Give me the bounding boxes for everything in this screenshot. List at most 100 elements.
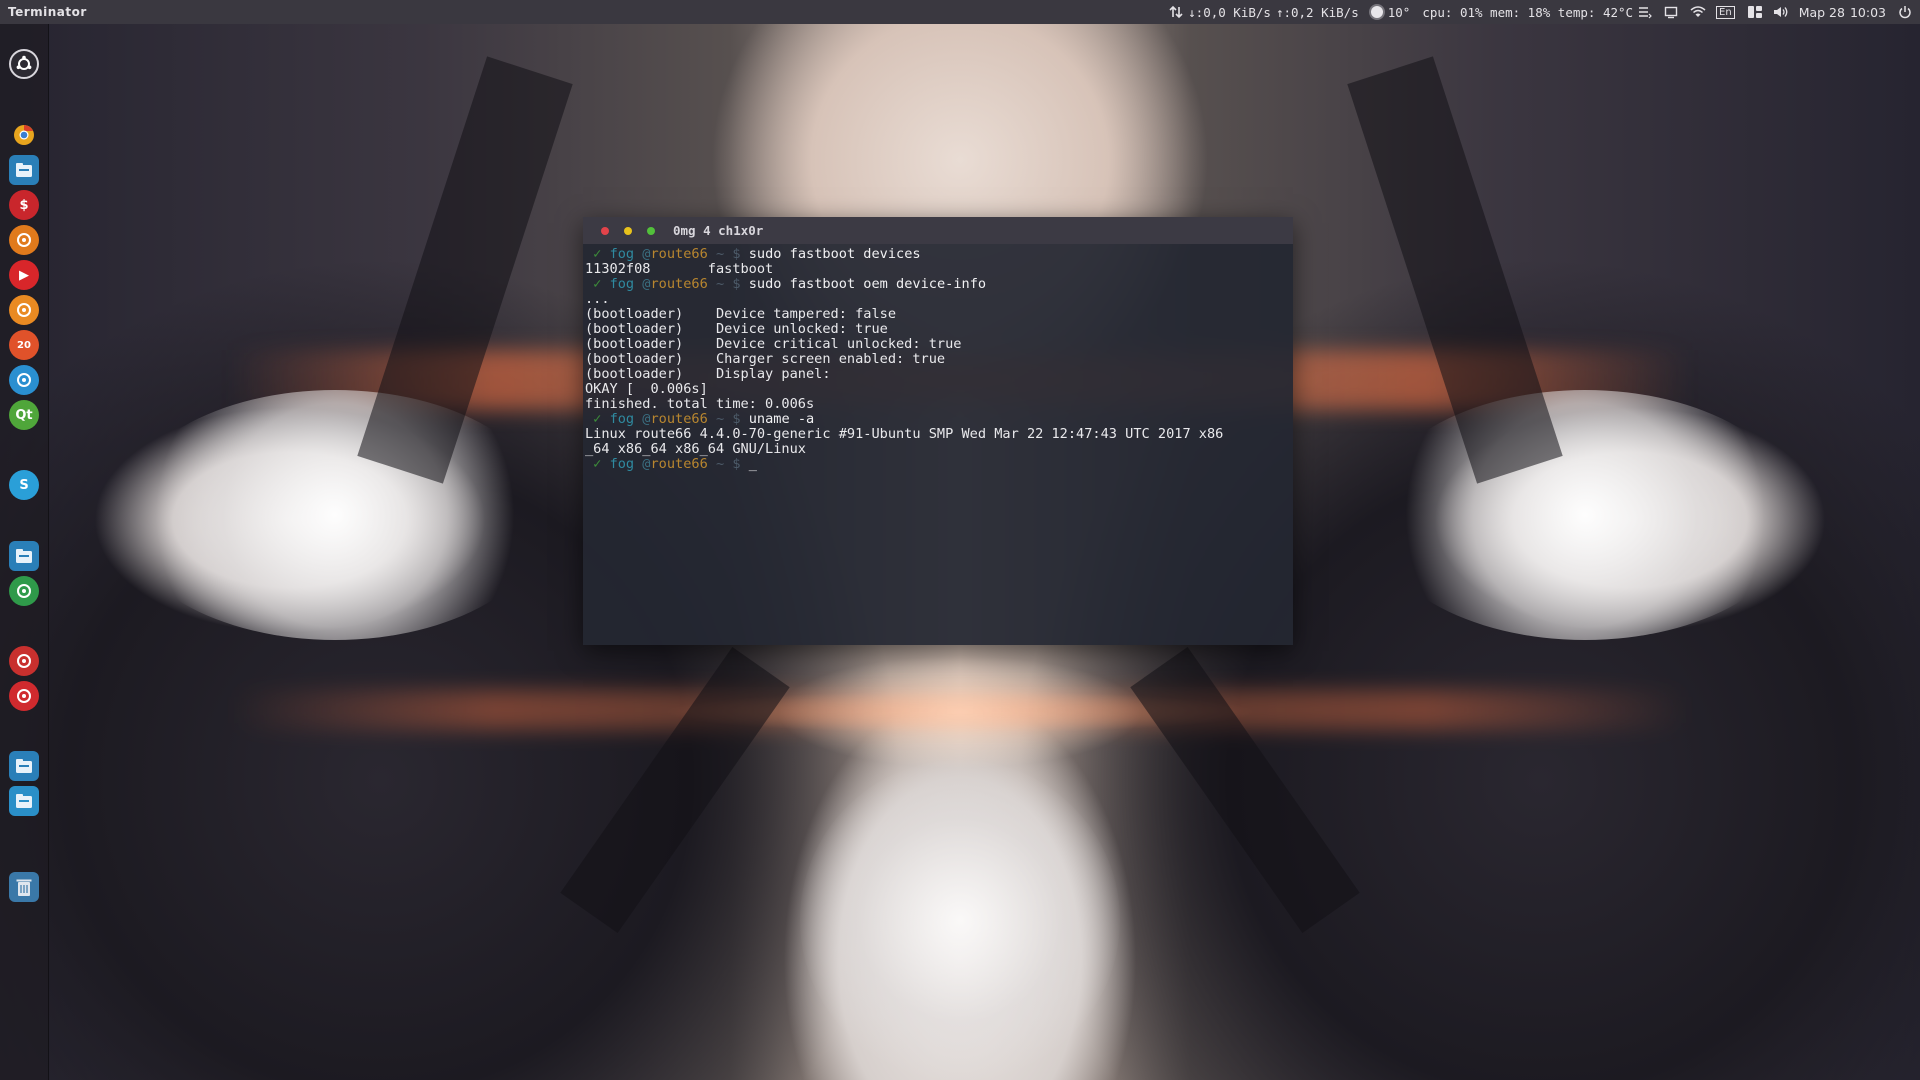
clock-time: 10:03 — [1849, 4, 1886, 20]
qt-creator-glyph: Qt — [15, 407, 33, 423]
prompt-user: fog — [609, 276, 635, 292]
media-app-icon[interactable] — [9, 681, 39, 711]
qt-creator-icon[interactable]: Qt — [9, 400, 39, 430]
prompt-command: sudo fastboot oem device-info — [748, 276, 987, 292]
game-2048-icon[interactable]: 20 — [9, 330, 39, 360]
network-indicator[interactable]: ↓:0,0 KiB/s ↑:0,2 KiB/s — [1169, 5, 1359, 20]
prompt-at: @ — [634, 456, 651, 472]
prompt-at: @ — [634, 411, 651, 427]
prompt-user: fog — [609, 411, 635, 427]
display-icon[interactable] — [1664, 5, 1678, 19]
indicator-area: ↓:0,0 KiB/s ↑:0,2 KiB/s 10° cpu: 01% mem… — [1169, 0, 1912, 24]
output-text: (bootloader) Display panel: — [585, 366, 831, 382]
wallpaper-cloud-right — [1370, 390, 1800, 640]
files-2-icon[interactable] — [9, 541, 39, 571]
terminal-output-line: OKAY [ 0.006s] — [585, 382, 1291, 397]
prompt-at: @ — [634, 276, 651, 292]
prompt-dir: ~ — [707, 246, 733, 262]
clock[interactable]: Мар 28 10:03 — [1799, 5, 1886, 20]
terminal-output-line: (bootloader) Device tampered: false — [585, 307, 1291, 322]
prompt-at: @ — [634, 246, 651, 262]
prompt-symbol: $ — [732, 411, 749, 427]
prompt-symbol: $ — [732, 456, 749, 472]
minimize-window-button[interactable] — [624, 227, 632, 235]
prompt-dir: ~ — [707, 411, 733, 427]
prompt-user: fog — [609, 246, 635, 262]
prompt-dir: ~ — [707, 276, 733, 292]
workspace-switcher-icon[interactable] — [9, 751, 39, 781]
output-text: Linux route66 4.4.0-70-generic #91-Ubunt… — [585, 426, 1224, 442]
system-monitor-indicator[interactable]: cpu: 01% mem: 18% temp: 42°C — [1422, 5, 1652, 20]
active-app-title[interactable]: Terminator — [0, 5, 87, 19]
close-window-button[interactable] — [601, 227, 609, 235]
output-text: finished. total time: 0.006s — [585, 396, 815, 412]
messaging-icon[interactable] — [1747, 5, 1762, 19]
ubuntu-dash-icon[interactable] — [9, 49, 39, 79]
terminal-output-line: finished. total time: 0.006s — [585, 397, 1291, 412]
sun-icon — [1370, 6, 1383, 18]
output-text: (bootloader) Device critical unlocked: t… — [585, 336, 962, 352]
prompt-dir: ~ — [707, 456, 733, 472]
terminal-output-line: (bootloader) Display panel: — [585, 367, 1291, 382]
menu-list-icon — [1638, 5, 1652, 19]
prompt-host: route66 — [650, 411, 708, 427]
app-green-icon[interactable] — [9, 576, 39, 606]
output-text: (bootloader) Device tampered: false — [585, 306, 896, 322]
terminal-output-line: (bootloader) Device unlocked: true — [585, 322, 1291, 337]
youtube-icon[interactable]: ▶ — [9, 260, 39, 290]
volume-icon[interactable] — [1773, 5, 1788, 19]
weather-indicator[interactable]: 10° — [1370, 4, 1411, 20]
disk-app-icon[interactable] — [9, 786, 39, 816]
output-text: (bootloader) Charger screen enabled: tru… — [585, 351, 946, 367]
money-icon[interactable]: $ — [9, 190, 39, 220]
skype-icon[interactable]: S — [9, 470, 39, 500]
prompt-host: route66 — [650, 276, 708, 292]
terminal-prompt-line: ✓ fog @route66 ~ $ sudo fastboot oem dev… — [585, 277, 1291, 292]
terminal-output[interactable]: ✓ fog @route66 ~ $ sudo fastboot devices… — [583, 244, 1293, 472]
output-text: (bootloader) Device unlocked: true — [585, 321, 888, 337]
top-panel: Terminator ↓:0,0 KiB/s ↑:0,2 KiB/s 10° c… — [0, 0, 1920, 24]
refresh-app-icon[interactable] — [9, 365, 39, 395]
terminal-output-line: (bootloader) Device critical unlocked: t… — [585, 337, 1291, 352]
output-text: OKAY [ 0.006s] — [585, 381, 708, 397]
prompt-command: uname -a — [748, 411, 815, 427]
app-orange-icon[interactable] — [9, 225, 39, 255]
prompt-check-icon: ✓ — [585, 456, 610, 472]
terminal-output-line: _64 x86_64 x86_64 GNU/Linux — [585, 442, 1291, 457]
network-arrows-icon — [1169, 5, 1183, 19]
terminal-output-line: Linux route66 4.4.0-70-generic #91-Ubunt… — [585, 427, 1291, 442]
terminal-prompt-line: ✓ fog @route66 ~ $ _ — [585, 457, 1291, 472]
prompt-check-icon: ✓ — [585, 246, 610, 262]
files-icon[interactable] — [9, 155, 39, 185]
game-2048-glyph: 20 — [17, 339, 31, 351]
terminal-output-line: ... — [585, 292, 1291, 307]
power-icon[interactable] — [1898, 5, 1912, 19]
money-glyph: $ — [19, 197, 29, 213]
prompt-symbol: $ — [732, 276, 749, 292]
output-text: ... — [585, 291, 610, 307]
network-down-speed: ↓:0,0 KiB/s — [1188, 4, 1271, 20]
keyboard-layout-indicator[interactable]: En — [1716, 5, 1735, 19]
terminal-output-line: 11302f08 fastboot — [585, 262, 1291, 277]
terminal-output-line: (bootloader) Charger screen enabled: tru… — [585, 352, 1291, 367]
orange-wheel-icon[interactable] — [9, 295, 39, 325]
wallpaper-cloud-bottom — [800, 760, 1120, 1080]
terminal-window[interactable]: 0mg 4 ch1x0r ✓ fog @route66 ~ $ sudo fas… — [583, 217, 1293, 645]
prompt-host: route66 — [650, 246, 708, 262]
trash-icon[interactable] — [9, 872, 39, 902]
toggle-app-icon[interactable] — [9, 646, 39, 676]
terminal-prompt-line: ✓ fog @route66 ~ $ uname -a — [585, 412, 1291, 427]
terminal-title: 0mg 4 ch1x0r — [673, 223, 764, 238]
wallpaper-glow-low — [230, 690, 1690, 730]
prompt-command: sudo fastboot devices — [748, 246, 921, 262]
prompt-host: route66 — [650, 456, 708, 472]
weather-temp: 10° — [1387, 4, 1411, 20]
terminal-titlebar[interactable]: 0mg 4 ch1x0r — [583, 217, 1293, 244]
chrome-icon[interactable] — [9, 120, 39, 150]
wifi-icon[interactable] — [1690, 5, 1706, 19]
output-text: _64 x86_64 x86_64 GNU/Linux — [585, 441, 806, 457]
clock-date: Мар 28 — [1798, 4, 1845, 20]
prompt-symbol: $ — [732, 246, 749, 262]
maximize-window-button[interactable] — [647, 227, 655, 235]
skype-glyph: S — [19, 477, 29, 493]
